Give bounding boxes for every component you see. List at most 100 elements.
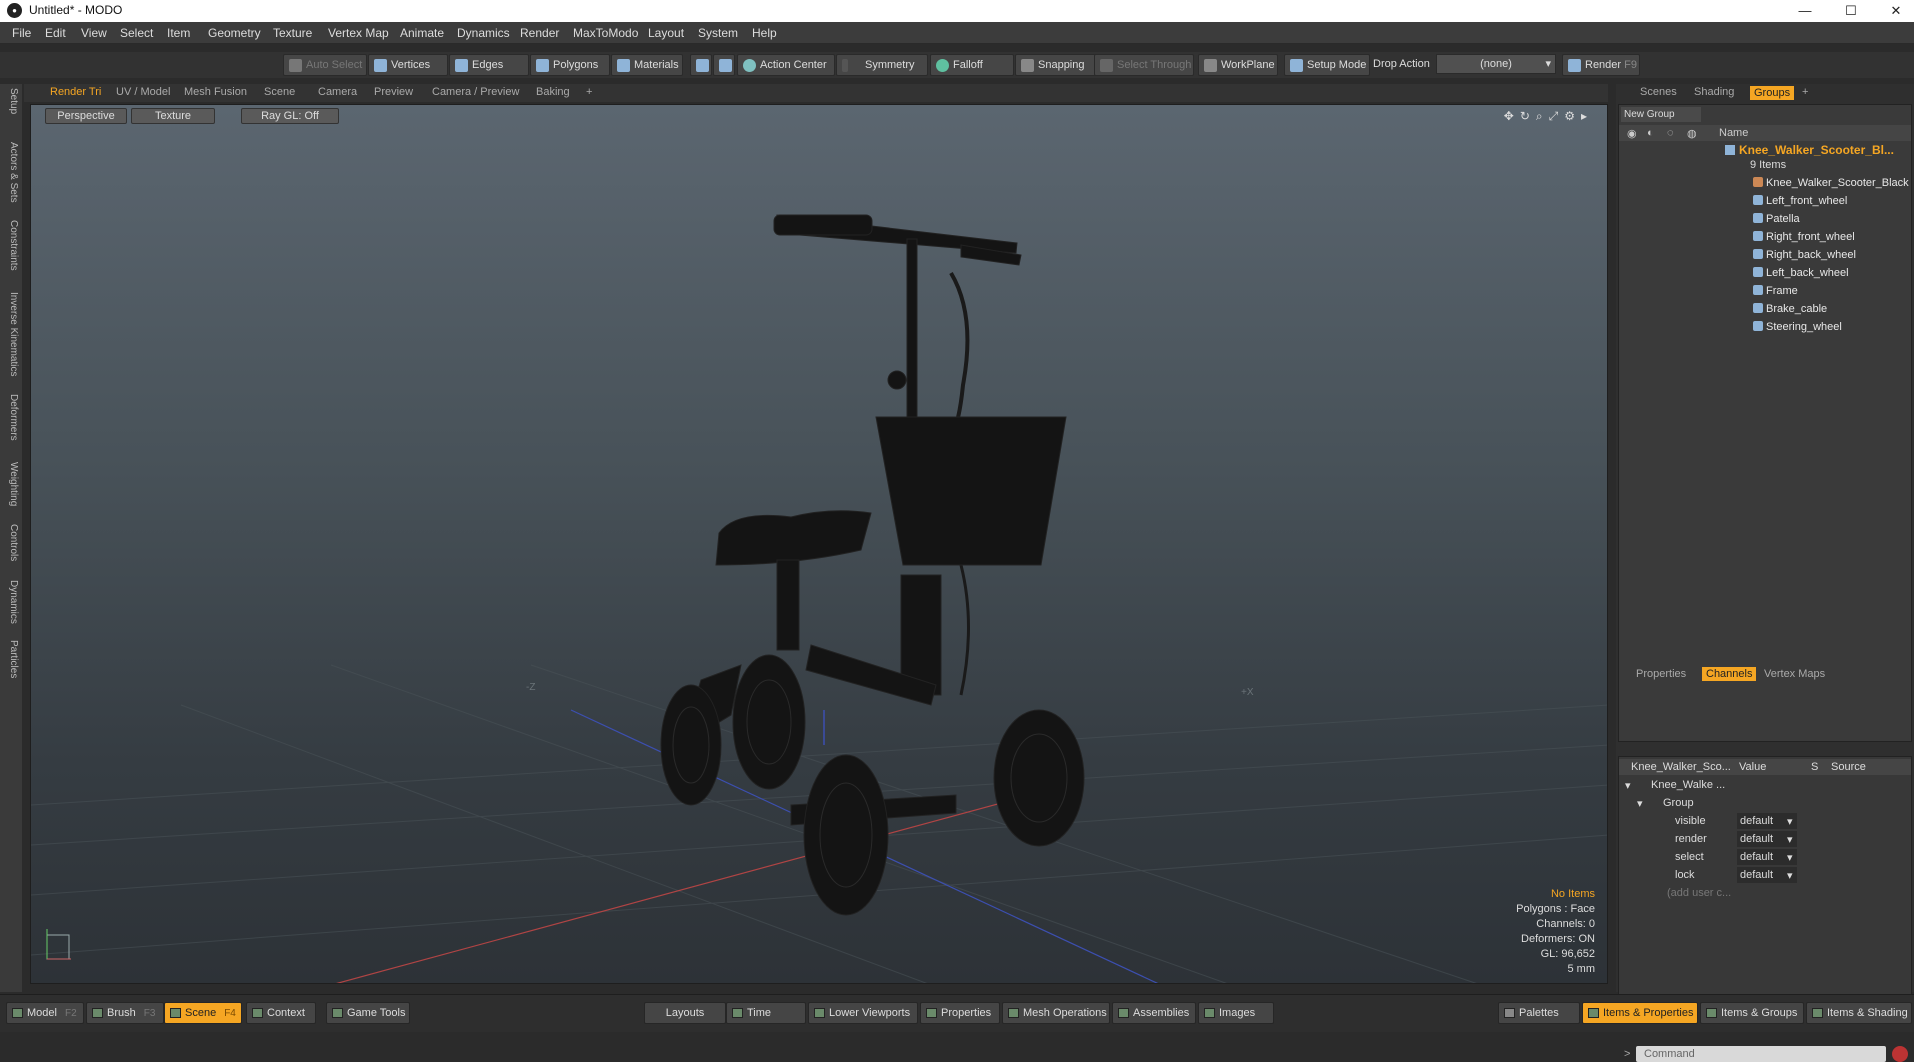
- render-toggle-icon[interactable]: ◐: [1647, 127, 1654, 139]
- menu-layout[interactable]: Layout: [648, 26, 684, 40]
- tab-shading[interactable]: Shading: [1694, 86, 1734, 98]
- drop-action-select[interactable]: (none) ▾: [1436, 54, 1556, 74]
- polygons-button[interactable]: Polygons: [530, 54, 610, 76]
- menu-system[interactable]: System: [698, 26, 738, 40]
- tab-preview[interactable]: Preview: [374, 86, 413, 98]
- group-item[interactable]: Left_front_wheel: [1753, 195, 1847, 207]
- images-button[interactable]: Images: [1198, 1002, 1274, 1024]
- group-item[interactable]: Frame: [1753, 285, 1798, 297]
- tab-inverse-kinematics[interactable]: Inverse Kinematics: [3, 292, 19, 376]
- channel-row[interactable]: render default ▾: [1619, 831, 1911, 847]
- workplane-button[interactable]: WorkPlane: [1198, 54, 1278, 76]
- menu-edit[interactable]: Edit: [45, 26, 66, 40]
- render-button[interactable]: Render F9: [1562, 54, 1640, 76]
- tab-baking[interactable]: Baking: [536, 86, 570, 98]
- properties-button[interactable]: Properties: [920, 1002, 1000, 1024]
- group-item[interactable]: Knee_Walker_Scooter_Black: [1753, 177, 1909, 189]
- add-tab-icon[interactable]: +: [586, 86, 592, 98]
- layouts-button[interactable]: Layouts: [644, 1002, 726, 1024]
- group-root[interactable]: Knee_Walker_Scooter_Bl...: [1725, 143, 1894, 157]
- group-item[interactable]: Brake_cable: [1753, 303, 1827, 315]
- tab-particles[interactable]: Particles: [3, 640, 19, 678]
- tab-setup[interactable]: Setup: [3, 88, 19, 114]
- auto-select-button[interactable]: Auto Select: [283, 54, 367, 76]
- tab-camera-preview[interactable]: Camera / Preview: [432, 86, 519, 98]
- palettes-button[interactable]: Palettes: [1498, 1002, 1580, 1024]
- tab-weighting[interactable]: Weighting: [3, 462, 19, 506]
- tab-controls[interactable]: Controls: [3, 524, 19, 561]
- action-center-button[interactable]: Action Center: [737, 54, 835, 76]
- group-item[interactable]: Right_back_wheel: [1753, 249, 1856, 261]
- channel-row[interactable]: visible default ▾: [1619, 813, 1911, 829]
- command-input[interactable]: Command: [1636, 1046, 1886, 1062]
- falloff-button[interactable]: Falloff: [930, 54, 1014, 76]
- tab-actors-sets[interactable]: Actors & Sets: [3, 142, 19, 203]
- edges-button[interactable]: Edges: [449, 54, 529, 76]
- symmetry-button[interactable]: Symmetry: [836, 54, 928, 76]
- game-tools-button[interactable]: Game Tools: [326, 1002, 410, 1024]
- expand-icon[interactable]: ▾: [1625, 779, 1631, 792]
- 3d-viewport[interactable]: Perspective Texture Ray GL: Off ✥↻⌕⤢⚙▸ -…: [30, 104, 1608, 984]
- knee-walker-scooter-model[interactable]: [660, 214, 1085, 916]
- tab-properties[interactable]: Properties: [1636, 668, 1686, 680]
- add-panel-tab-icon[interactable]: +: [1802, 86, 1808, 98]
- record-icon[interactable]: [1892, 1046, 1908, 1062]
- minimize-icon[interactable]: —: [1782, 0, 1828, 22]
- items-properties-button[interactable]: Items & Properties: [1582, 1002, 1698, 1024]
- maximize-icon[interactable]: ☐: [1828, 0, 1874, 22]
- tab-scene[interactable]: Scene: [264, 86, 295, 98]
- tab-render-tri[interactable]: Render Tri: [50, 86, 101, 98]
- tab-groups[interactable]: Groups: [1750, 86, 1795, 100]
- menu-select[interactable]: Select: [120, 26, 153, 40]
- select-through-button[interactable]: Select Through: [1094, 54, 1194, 76]
- tab-vertex-maps[interactable]: Vertex Maps: [1764, 668, 1825, 680]
- menu-geometry[interactable]: Geometry: [208, 26, 261, 40]
- menu-dynamics[interactable]: Dynamics: [457, 26, 510, 40]
- group-item[interactable]: Left_back_wheel: [1753, 267, 1849, 279]
- menu-vertex-map[interactable]: Vertex Map: [328, 26, 389, 40]
- menu-help[interactable]: Help: [752, 26, 777, 40]
- menu-maxtomodo[interactable]: MaxToModo: [573, 26, 638, 40]
- time-button[interactable]: Time: [726, 1002, 806, 1024]
- lower-viewports-button[interactable]: Lower Viewports: [808, 1002, 918, 1024]
- scene-layout-button[interactable]: Scene F4: [164, 1002, 242, 1024]
- channel-item-row[interactable]: ▾ Knee_Walke ...: [1619, 777, 1911, 793]
- tab-deformers[interactable]: Deformers: [3, 394, 19, 441]
- group-item[interactable]: Right_front_wheel: [1753, 231, 1855, 243]
- tab-channels[interactable]: Channels: [1702, 667, 1757, 681]
- expand-icon[interactable]: ▾: [1637, 797, 1643, 810]
- tab-constraints[interactable]: Constraints: [3, 220, 19, 271]
- snapping-button[interactable]: Snapping: [1015, 54, 1097, 76]
- lock-toggle-icon[interactable]: ◍: [1687, 127, 1697, 140]
- menu-animate[interactable]: Animate: [400, 26, 444, 40]
- tab-mesh-fusion[interactable]: Mesh Fusion: [184, 86, 247, 98]
- mesh-operations-button[interactable]: Mesh Operations: [1002, 1002, 1110, 1024]
- setup-mode-button[interactable]: Setup Mode: [1284, 54, 1370, 76]
- channel-group-row[interactable]: ▾ Group: [1619, 795, 1911, 811]
- group-item[interactable]: Patella: [1753, 213, 1800, 225]
- items-groups-button[interactable]: Items & Groups: [1700, 1002, 1804, 1024]
- tab-scenes[interactable]: Scenes: [1640, 86, 1677, 98]
- materials-button[interactable]: Materials: [611, 54, 683, 76]
- visibility-eye-icon[interactable]: ◉: [1627, 127, 1637, 140]
- model-layout-button[interactable]: Model F2: [6, 1002, 84, 1024]
- context-button[interactable]: Context: [246, 1002, 316, 1024]
- channel-row[interactable]: select default ▾: [1619, 849, 1911, 865]
- tab-dynamics[interactable]: Dynamics: [3, 580, 19, 624]
- group-item[interactable]: Steering_wheel: [1753, 321, 1842, 333]
- item-mode-button[interactable]: [713, 54, 735, 76]
- items-shading-button[interactable]: Items & Shading: [1806, 1002, 1912, 1024]
- add-user-channel-row[interactable]: (add user c...: [1619, 885, 1911, 901]
- menu-item[interactable]: Item: [167, 26, 190, 40]
- menu-render[interactable]: Render: [520, 26, 559, 40]
- select-toggle-icon[interactable]: ◌: [1667, 127, 1674, 139]
- close-icon[interactable]: ✕: [1873, 0, 1914, 22]
- new-group-button[interactable]: New Group: [1621, 107, 1701, 122]
- menu-texture[interactable]: Texture: [273, 26, 312, 40]
- channel-row[interactable]: lock default ▾: [1619, 867, 1911, 883]
- vertices-button[interactable]: Vertices: [368, 54, 448, 76]
- brush-layout-button[interactable]: Brush F3: [86, 1002, 164, 1024]
- menu-view[interactable]: View: [81, 26, 107, 40]
- assemblies-button[interactable]: Assemblies: [1112, 1002, 1196, 1024]
- component-mode-button[interactable]: [690, 54, 712, 76]
